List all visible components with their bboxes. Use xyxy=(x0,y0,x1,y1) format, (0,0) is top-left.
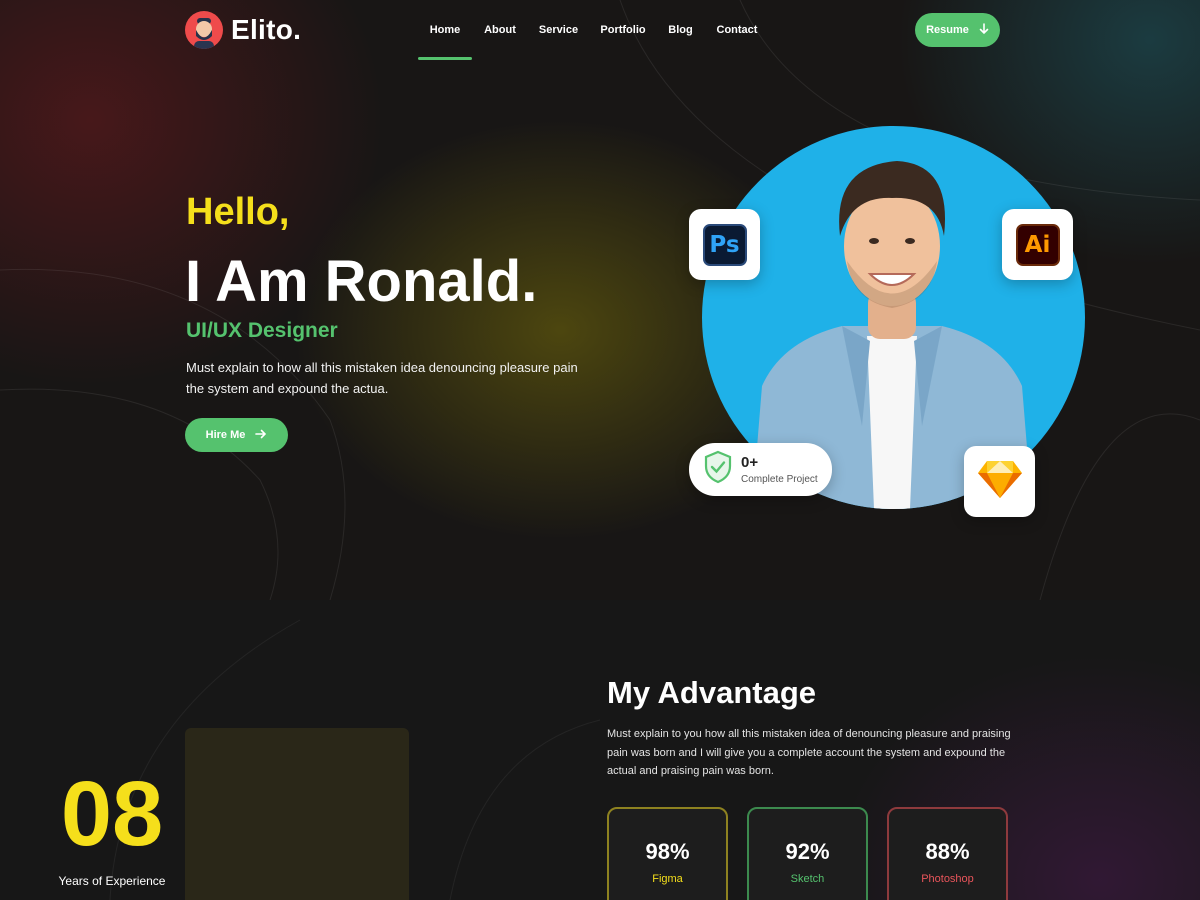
arrow-down-icon xyxy=(979,22,989,38)
experience-label: Years of Experience xyxy=(58,874,166,888)
sketch-diamond-icon xyxy=(977,459,1023,504)
project-count-badge: 0+ Complete Project xyxy=(689,443,832,496)
hero-greeting: Hello, xyxy=(186,191,290,233)
advantage-title: My Advantage xyxy=(607,675,817,710)
nav-contact[interactable]: Contact xyxy=(704,0,770,60)
hero-role: UI/UX Designer xyxy=(186,319,338,342)
skill-card-figma: 98% Figma xyxy=(607,807,728,900)
nav-portfolio[interactable]: Portfolio xyxy=(589,0,657,60)
advantage-description: Must explain to you how all this mistake… xyxy=(607,728,1011,777)
hero-name: I Am Ronald. xyxy=(185,249,538,314)
skill-name: Sketch xyxy=(790,873,825,885)
advantage-section: 08 Years of Experience My Advantage Must… xyxy=(0,600,1200,900)
skill-card-photoshop: 88% Photoshop xyxy=(887,807,1008,900)
skill-card-sketch: 92% Sketch xyxy=(747,807,868,900)
project-count: 0+ xyxy=(741,454,759,471)
nav-service[interactable]: Service xyxy=(528,0,589,60)
skill-name: Figma xyxy=(652,873,683,885)
arrow-right-icon xyxy=(255,428,267,442)
main-nav: Home About Service Portfolio Blog Contac… xyxy=(418,0,770,60)
hire-me-button[interactable]: Hire Me xyxy=(185,418,288,452)
photoshop-icon: Ps xyxy=(702,223,747,266)
experience-value: 08 xyxy=(60,763,164,865)
brand-logo[interactable]: Elito. xyxy=(185,11,301,49)
shield-check-icon xyxy=(703,450,733,489)
nav-about[interactable]: About xyxy=(472,0,528,60)
nav-home[interactable]: Home xyxy=(418,0,472,60)
sketch-badge xyxy=(964,446,1035,517)
skill-value: 98% xyxy=(645,839,690,864)
nav-blog[interactable]: Blog xyxy=(657,0,704,60)
resume-button[interactable]: Resume xyxy=(915,13,1000,47)
brand-name: Elito. xyxy=(231,14,302,45)
skill-name: Photoshop xyxy=(921,873,974,885)
illustrator-icon: Ai xyxy=(1015,223,1060,266)
project-label: Complete Project xyxy=(741,474,818,485)
resume-label: Resume xyxy=(926,24,969,36)
hire-label: Hire Me xyxy=(205,429,246,441)
illustrator-badge: Ai xyxy=(1002,209,1073,280)
skill-value: 92% xyxy=(785,839,830,864)
hero-description: Must explain to how all this mistaken id… xyxy=(186,360,578,396)
hero-section: Elito. Home About Service Portfolio Blog… xyxy=(0,0,1200,600)
skill-value: 88% xyxy=(925,839,970,864)
photoshop-badge: Ps xyxy=(689,209,760,280)
avatar-icon xyxy=(185,11,223,49)
